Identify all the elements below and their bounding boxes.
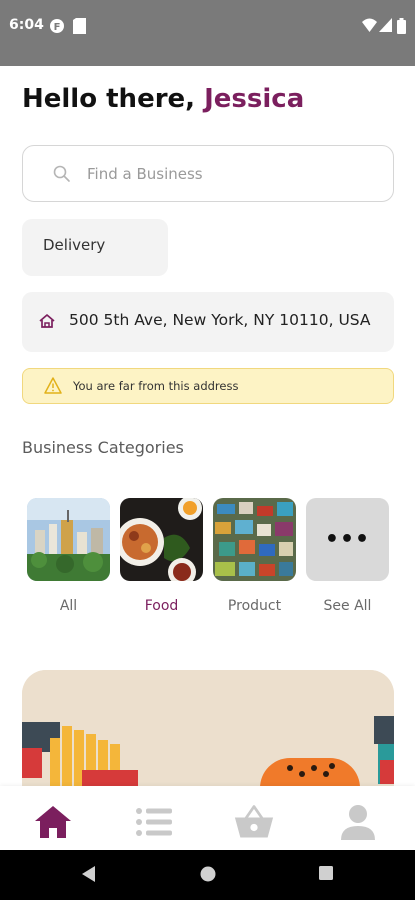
basket-icon[interactable] xyxy=(234,802,274,842)
home-button-icon[interactable] xyxy=(199,865,217,883)
battery-icon xyxy=(397,18,406,34)
warning-text: You are far from this address xyxy=(73,379,239,393)
back-icon[interactable] xyxy=(80,865,96,883)
category-food-label: Food xyxy=(144,598,179,614)
warning-icon xyxy=(44,377,62,394)
category-product-label: Product xyxy=(227,598,282,614)
category-see-all[interactable]: ••• See All xyxy=(306,498,389,614)
svg-text:F: F xyxy=(54,22,61,33)
category-all-image xyxy=(27,498,110,581)
list-icon[interactable] xyxy=(134,802,174,842)
search-icon xyxy=(53,165,70,182)
delivery-mode-button[interactable]: Delivery xyxy=(22,219,168,276)
address-selector[interactable]: 500 5th Ave, New York, NY 10110, USA xyxy=(22,292,394,352)
notification-icon: F xyxy=(50,19,64,33)
recents-icon[interactable] xyxy=(318,865,334,881)
status-time: 6:04 xyxy=(9,17,44,33)
address-text: 500 5th Ave, New York, NY 10110, USA xyxy=(69,311,371,329)
signal-icon xyxy=(379,18,392,32)
status-bar: 6:04 F xyxy=(0,0,415,66)
category-food[interactable]: Food xyxy=(120,498,203,614)
category-all[interactable]: All xyxy=(27,498,110,614)
home-address-icon xyxy=(39,314,55,328)
delivery-mode-label: Delivery xyxy=(43,236,106,254)
categories-title: Business Categories xyxy=(22,438,184,457)
profile-icon[interactable] xyxy=(338,802,378,842)
sim-card-icon xyxy=(73,18,86,34)
more-icon: ••• xyxy=(306,498,389,581)
category-product-image xyxy=(213,498,296,581)
greeting-prefix: Hello there, xyxy=(22,84,196,114)
distance-warning: You are far from this address xyxy=(22,368,394,404)
category-product[interactable]: Product xyxy=(213,498,296,614)
system-navigation-bar xyxy=(0,850,415,900)
bottom-navigation xyxy=(0,786,415,850)
home-icon[interactable] xyxy=(33,802,73,842)
page-title: Hello there, Jessica xyxy=(22,84,304,114)
wifi-icon xyxy=(362,18,377,32)
user-name: Jessica xyxy=(204,84,305,114)
search-input[interactable] xyxy=(87,160,377,188)
category-see-all-label: See All xyxy=(323,598,372,614)
category-food-image xyxy=(120,498,203,581)
category-all-label: All xyxy=(59,598,78,614)
search-bar[interactable] xyxy=(22,145,394,202)
